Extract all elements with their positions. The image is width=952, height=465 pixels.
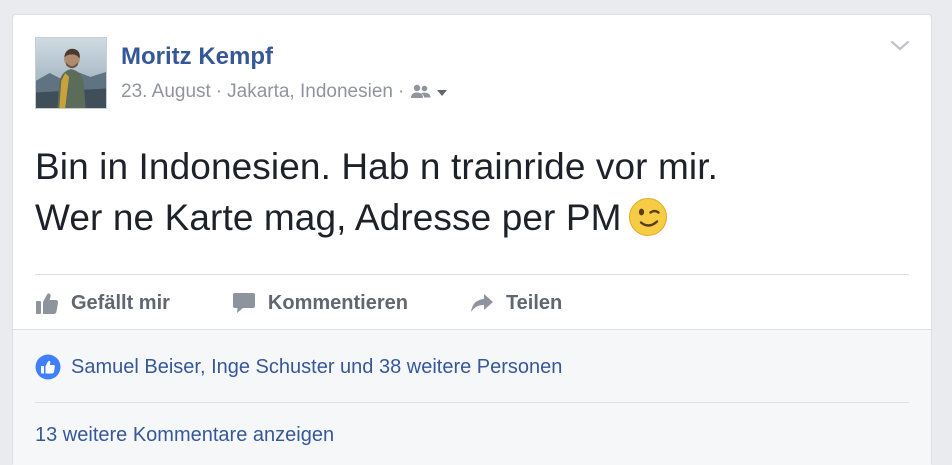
post-text-line-1: Bin in Indonesien. Hab n trainride vor m… (35, 146, 718, 187)
post-divider (35, 274, 909, 275)
meta-separator: · (215, 81, 223, 102)
post-options-chevron[interactable] (887, 35, 913, 57)
post-card: Moritz Kempf 23. August · Jakarta, Indon… (12, 14, 932, 465)
like-label: Gefällt mir (71, 291, 170, 314)
comment-label: Kommentieren (267, 291, 408, 314)
like-button[interactable]: Gefällt mir (35, 291, 170, 315)
friends-icon (411, 84, 431, 98)
more-comments-link[interactable]: 13 weitere Kommentare anzeigen (35, 424, 334, 447)
like-badge-icon (35, 354, 61, 380)
post-actions: Gefällt mir Kommentieren Teilen (35, 277, 909, 329)
caret-down-icon (437, 90, 448, 96)
audience-selector[interactable] (411, 84, 453, 100)
meta-separator: · (397, 81, 405, 102)
share-button[interactable]: Teilen (470, 291, 562, 315)
social-divider (35, 402, 909, 403)
comment-icon (232, 293, 255, 313)
likes-summary[interactable]: Samuel Beiser, Inge Schuster und 38 weit… (35, 354, 562, 380)
post-text-line-2-text: Wer ne Karte mag, Adresse per PM (35, 197, 622, 238)
post-date[interactable]: 23. August (121, 81, 211, 103)
comment-button[interactable]: Kommentieren (232, 291, 408, 315)
share-label: Teilen (505, 291, 563, 314)
chevron-down-icon (890, 40, 910, 51)
post-location[interactable]: Jakarta, Indonesien (227, 81, 393, 103)
share-arrow-icon (470, 294, 493, 312)
winking-face-emoji (628, 197, 668, 250)
avatar-photo (36, 38, 106, 108)
thumbs-up-icon (36, 293, 59, 314)
author-avatar[interactable] (35, 37, 107, 109)
author-name[interactable]: Moritz Kempf (121, 43, 273, 71)
social-section: Samuel Beiser, Inge Schuster und 38 weit… (13, 329, 931, 465)
post-body: Bin in Indonesien. Hab n trainride vor m… (35, 141, 895, 250)
post-meta: 23. August · Jakarta, Indonesien · (121, 81, 453, 103)
post-text-line-2: Wer ne Karte mag, Adresse per PM (35, 192, 895, 250)
likes-text: Samuel Beiser, Inge Schuster und 38 weit… (71, 355, 563, 378)
